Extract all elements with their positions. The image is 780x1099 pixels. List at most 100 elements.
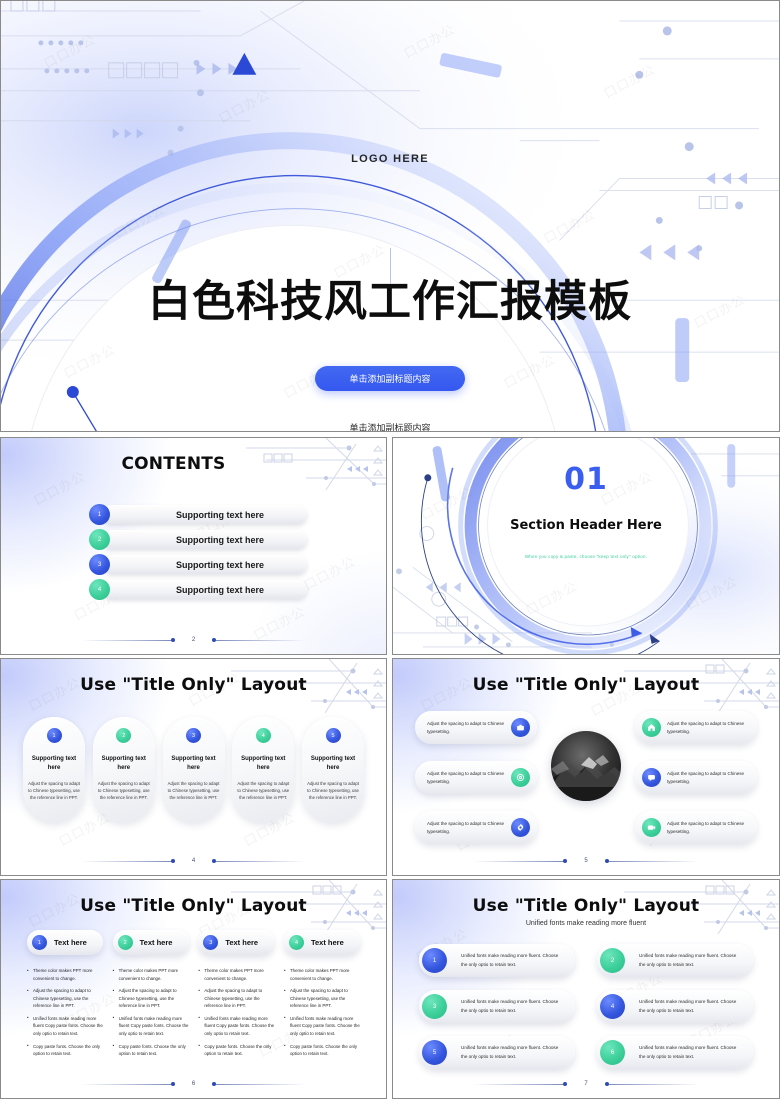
footer-line-right [216, 860, 307, 862]
list-item: Adjust the spacing to adapt to Chinese t… [198, 987, 274, 1010]
list-item[interactable]: 3 Supporting text here [89, 554, 307, 575]
capsule-heading: Supporting text here [31, 756, 77, 771]
list-item[interactable]: 4 Supporting text here Adjust the spacin… [232, 717, 295, 822]
list-item[interactable]: 5 Supporting text here Adjust the spacin… [302, 717, 364, 822]
list-item[interactable]: 2 Supporting text here Adjust the spacin… [92, 717, 155, 822]
list-item[interactable]: 1 Supporting text here Adjust the spacin… [23, 717, 85, 822]
logo-placeholder[interactable]: LOGO HERE [70, 153, 710, 165]
footer-line-right [216, 1083, 307, 1085]
list-item[interactable]: Adjust the spacing to adapt to Chinese t… [415, 711, 537, 744]
list-item[interactable]: 2 Supporting text here [89, 529, 307, 550]
slide-footer: 6 [1, 1078, 386, 1090]
capsule-body: Adjust the spacing to adapt to Chinese t… [307, 781, 359, 801]
list-item: Unified fonts make reading more fluent C… [284, 1014, 360, 1038]
list-item[interactable]: 3 Unified fonts make reading more fluent… [419, 990, 575, 1023]
column: 2 Text here Theme color makes PPT more c… [112, 930, 189, 1063]
slide-6-four-columns[interactable]: 口口办公 口口办公 口口办公 口口办公 Use "Title Only" Lay… [0, 879, 387, 1099]
capsule-number: 3 [186, 728, 201, 743]
column-header[interactable]: 3 Text here [198, 930, 275, 955]
list-item[interactable]: 1 Supporting text here [89, 504, 307, 525]
slide-footer: 7 [393, 1078, 779, 1090]
slide-1-cover[interactable]: 口口办公 口口办公 口口办公 口口办公 口口办公 口口办公 口口办公 口口办公 … [0, 0, 780, 432]
page-title[interactable]: Use "Title Only" Layout [393, 675, 779, 695]
toc-label: Supporting text here [175, 534, 264, 545]
column-header[interactable]: 4 Text here [283, 930, 360, 955]
watermark-text: 口口办公 [601, 61, 658, 102]
footer-dot [170, 1082, 175, 1086]
list-item[interactable]: Adjust the spacing to adapt to Chinese t… [635, 761, 757, 794]
column-number: 1 [32, 935, 47, 950]
page-title[interactable]: CONTENTS [1, 454, 386, 474]
column-header[interactable]: 2 Text here [112, 930, 189, 955]
pill-text: Adjust the spacing to adapt to Chinese t… [667, 770, 745, 784]
page-number: 6 [191, 1081, 196, 1087]
watermark-text: 口口办公 [41, 31, 98, 72]
capsule-number: 1 [46, 728, 62, 743]
chat-icon [642, 768, 661, 787]
list-item[interactable]: 5 Unified fonts make reading more fluent… [419, 1036, 575, 1069]
toc-number: 2 [89, 529, 110, 550]
slide-2-contents[interactable]: 口口办公 口口办公 口口办公 口口办公 口口办公 CONTENTS 1 Supp… [0, 437, 387, 655]
pill-text: Adjust the spacing to adapt to Chinese t… [427, 820, 505, 834]
capsule-body: Adjust the spacing to adapt to Chinese t… [167, 781, 220, 801]
footer-dot [563, 1082, 568, 1086]
item-text: Unified fonts make reading more fluent. … [461, 953, 559, 967]
list-item[interactable]: 1 Unified fonts make reading more fluent… [419, 944, 575, 977]
capsule-number: 2 [116, 728, 132, 743]
section-header-title[interactable]: Section Header Here [456, 518, 716, 534]
column-label: Text here [139, 938, 173, 947]
pill-grid: 1 Unified fonts make reading more fluent… [419, 944, 753, 1069]
pill-text: Adjust the spacing to adapt to Chinese t… [427, 770, 505, 784]
watermark-text: 口口办公 [683, 573, 740, 614]
bullet-list: Theme color makes PPT more convenient to… [113, 966, 189, 1058]
slide-5-pills-photo[interactable]: 口口办公 口口办公 口口办公 口口办公 Use "Title Only" Lay… [392, 658, 780, 876]
item-number: 6 [600, 1040, 625, 1065]
page-subtitle: Unified fonts make reading more fluent [525, 920, 647, 927]
list-item[interactable]: 4 Unified fonts make reading more fluent… [597, 990, 753, 1023]
section-note: When you copy & paste, choose "keep text… [524, 554, 648, 559]
list-item[interactable]: Adjust the spacing to adapt to Chinese t… [635, 711, 757, 744]
watermark-text: 口口办公 [301, 553, 358, 594]
footer-line-left [80, 1083, 171, 1085]
watermark-text: 口口办公 [401, 21, 458, 62]
list-item[interactable]: Adjust the spacing to adapt to Chinese t… [415, 811, 537, 844]
page-number: 4 [191, 858, 196, 864]
slide-deck-preview: 口口办公 口口办公 口口办公 口口办公 口口办公 口口办公 口口办公 口口办公 … [0, 0, 780, 1099]
target-icon [511, 768, 530, 787]
list-item[interactable]: Adjust the spacing to adapt to Chinese t… [635, 811, 757, 844]
circuit-decoration [624, 880, 779, 935]
capsule-heading: Supporting text here [171, 756, 216, 771]
item-text: Unified fonts make reading more fluent. … [639, 999, 737, 1013]
footer-line-right [216, 639, 307, 641]
slide-4-capsules[interactable]: 口口办公 口口办公 口口办公 口口办公 Use "Title Only" Lay… [0, 658, 387, 876]
item-number: 2 [600, 948, 625, 973]
list-item: Adjust the spacing to adapt to Chinese t… [284, 987, 360, 1010]
capsule-body: Adjust the spacing to adapt to Chinese t… [97, 781, 150, 801]
slide-3-section-header[interactable]: 口口办公 口口办公 口口办公 口口办公 01 Section Header He… [392, 437, 780, 655]
column: 4 Text here Theme color makes PPT more c… [283, 930, 360, 1063]
list-item[interactable]: Adjust the spacing to adapt to Chinese t… [415, 761, 537, 794]
footer-line-left [473, 860, 564, 862]
slide-7-six-pills[interactable]: 口口办公 口口办公 口口办公 口口办公 Use "Title Only" Lay… [392, 879, 780, 1099]
toc-number: 4 [89, 579, 110, 600]
list-item[interactable]: 2 Unified fonts make reading more fluent… [597, 944, 753, 977]
list-item[interactable]: 6 Unified fonts make reading more fluent… [597, 1036, 753, 1069]
column-header[interactable]: 1 Text here [27, 930, 103, 955]
list-item: Copy paste fonts. Choose the only option… [284, 1042, 360, 1058]
page-title[interactable]: Use "Title Only" Layout [1, 675, 386, 695]
list-item: Theme color makes PPT more convenient to… [113, 966, 189, 982]
photo-image [551, 731, 621, 801]
camera-icon [642, 818, 661, 837]
bullet-list: Theme color makes PPT more convenient to… [198, 966, 274, 1058]
column: 3 Text here Theme color makes PPT more c… [198, 930, 275, 1063]
capsule-body: Adjust the spacing to adapt to Chinese t… [237, 781, 290, 801]
column-number: 4 [288, 935, 304, 950]
list-item[interactable]: 3 Supporting text here Adjust the spacin… [162, 717, 225, 822]
page-title[interactable]: Use "Title Only" Layout [1, 896, 386, 916]
column-group: 1 Text here Theme color makes PPT more c… [27, 930, 360, 1063]
cover-subtitle-text[interactable]: 单击添加副标题内容 [70, 421, 710, 431]
list-item[interactable]: 4 Supporting text here [89, 579, 307, 600]
page-title[interactable]: Use "Title Only" Layout [393, 896, 779, 916]
item-number: 5 [422, 1040, 447, 1065]
cover-subtitle-button[interactable]: 单击添加副标题内容 [315, 366, 465, 391]
